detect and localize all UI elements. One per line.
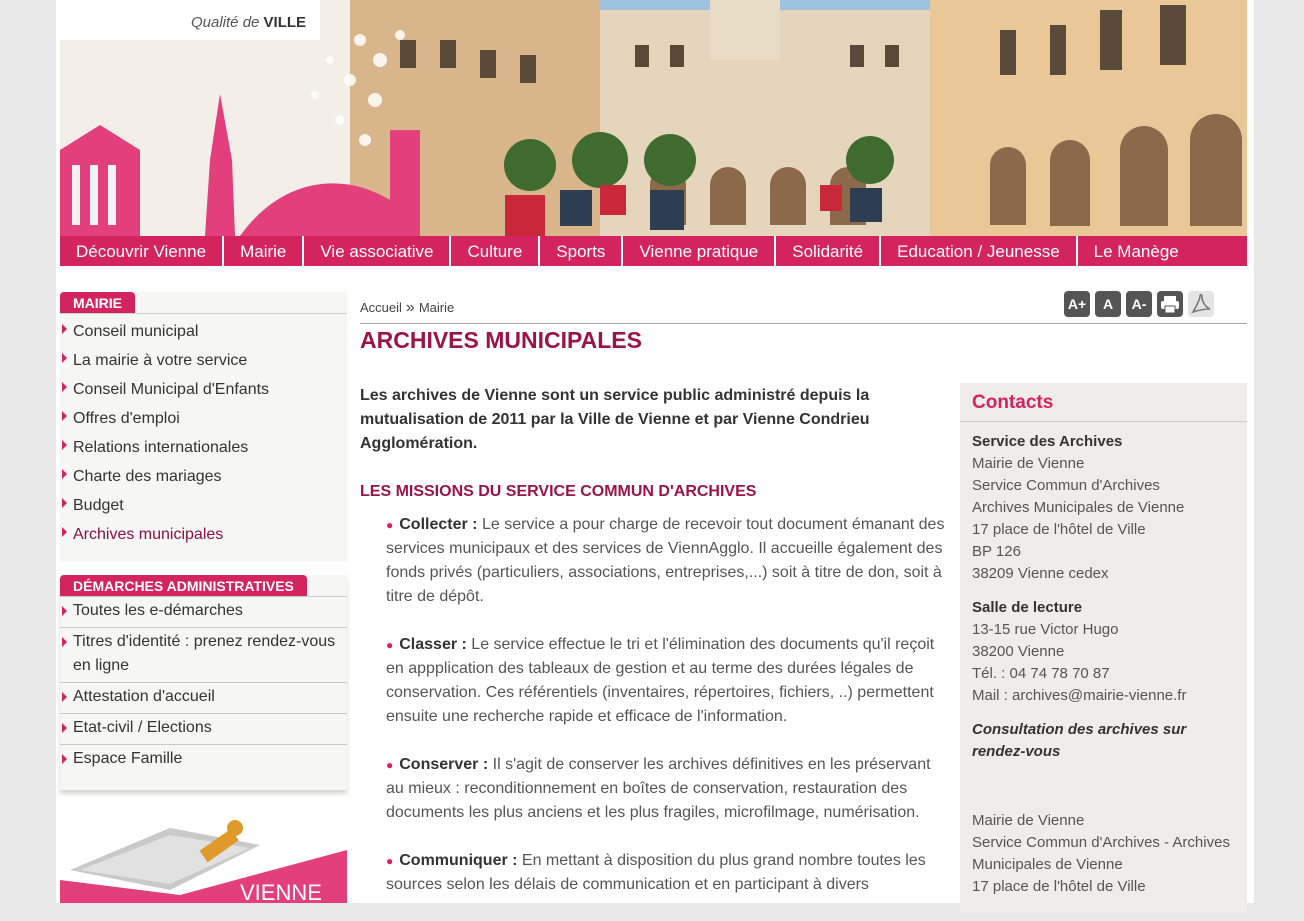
logo-tagline: Qualité de VILLE	[191, 14, 306, 31]
service-line: Archives Municipales de Vienne	[972, 499, 1185, 516]
nav-solidarite[interactable]: Solidarité	[776, 236, 882, 266]
intro-text: Les archives de Vienne sont un service p…	[360, 387, 870, 452]
bullet-icon: ●	[386, 518, 394, 532]
font-increase-button[interactable]: A+	[1064, 291, 1090, 317]
breadcrumb-current[interactable]: Mairie	[419, 300, 454, 315]
nav-decouvrir-vienne[interactable]: Découvrir Vienne	[60, 236, 225, 266]
salle-line: Tél. : 04 74 78 70 87	[972, 665, 1110, 682]
nav-culture[interactable]: Culture	[451, 236, 541, 266]
sidebar-item-conseil-enfants[interactable]: Conseil Municipal d'Enfants	[60, 375, 347, 404]
salle-line: 38200 Vienne	[972, 643, 1065, 660]
footer-line: Service Commun d'Archives - Archives Mun…	[972, 834, 1230, 873]
page: Qualité de VILLE Découvrir Vienne Mairie…	[56, 0, 1254, 913]
sidebar-item-attestation-accueil[interactable]: Attestation d'accueil	[60, 683, 347, 714]
contacts-title: Contacts	[960, 383, 1247, 422]
service-line: 38209 Vienne cedex	[972, 565, 1109, 582]
promo-label: VIENNE	[240, 880, 322, 903]
font-decrease-button[interactable]: A-	[1126, 291, 1152, 317]
service-line: 17 place de l'hôtel de Ville	[972, 521, 1146, 538]
sidebar-demarches-title: DÉMARCHES ADMINISTRATIVES	[60, 575, 307, 596]
service-block: Service des Archives Mairie de Vienne Se…	[972, 431, 1184, 585]
service-line: Mairie de Vienne	[972, 455, 1085, 472]
bullet-icon: ●	[386, 638, 394, 652]
bullet-icon: ●	[386, 854, 394, 868]
footer-line: Mairie de Vienne	[972, 812, 1085, 829]
sidebar-item-relations-internationales[interactable]: Relations internationales	[60, 433, 347, 462]
mission-label: Conserver :	[399, 756, 489, 773]
mission-label: Communiquer :	[399, 852, 518, 869]
breadcrumb-home[interactable]: Accueil	[360, 300, 402, 315]
service-line: Service Commun d'Archives	[972, 477, 1160, 494]
sidebar-mairie-title: MAIRIE	[60, 292, 135, 313]
sidebar-item-e-demarches[interactable]: Toutes les e-démarches	[60, 597, 347, 628]
sidebar-item-espace-famille[interactable]: Espace Famille	[60, 745, 347, 775]
sidebar-demarches: DÉMARCHES ADMINISTRATIVES Toutes les e-d…	[60, 575, 347, 790]
page-title: ARCHIVES MUNICIPALES	[360, 327, 642, 353]
salle-block: Salle de lecture 13-15 rue Victor Hugo 3…	[972, 597, 1186, 707]
sidebar-item-titres-identite[interactable]: Titres d'identité : prenez rendez-vous e…	[60, 628, 347, 683]
nav-vienne-pratique[interactable]: Vienne pratique	[623, 236, 777, 266]
sidebar-item-conseil-municipal[interactable]: Conseil municipal	[60, 317, 347, 346]
sidebar-item-etat-civil[interactable]: Etat-civil / Elections	[60, 714, 347, 745]
breadcrumb: Accueil» Mairie	[360, 299, 454, 317]
sidebar-item-budget[interactable]: Budget	[60, 491, 347, 520]
missions-list: ● Collecter : Le service a pour charge de…	[386, 513, 946, 921]
mission-item: ● Communiquer : En mettant à disposition …	[386, 849, 946, 897]
header-banner: Qualité de VILLE	[60, 0, 1247, 236]
mission-item: ● Classer : Le service effectue le tri et…	[386, 633, 946, 729]
missions-heading: LES MISSIONS DU SERVICE COMMUN D'ARCHIVE…	[360, 483, 757, 500]
sidebar-mairie: MAIRIE Conseil municipal La mairie à vot…	[60, 292, 347, 562]
salle-title: Salle de lecture	[972, 599, 1083, 616]
promo-banner[interactable]: VIENNE	[60, 810, 347, 903]
mission-item: ● Collecter : Le service a pour charge de…	[386, 513, 946, 609]
sidebar-item-offres-emploi[interactable]: Offres d'emploi	[60, 404, 347, 433]
consult-text: Consultation des archives sur rendez-vou…	[972, 721, 1187, 760]
footer-line: 17 place de l'hôtel de Ville	[972, 878, 1146, 895]
pdf-icon[interactable]	[1188, 291, 1214, 317]
mission-item: ● Conserver : Il s'agit de conserver les …	[386, 753, 946, 825]
consult-note: Consultation des archives sur rendez-vou…	[972, 719, 1237, 763]
nav-le-manege[interactable]: Le Manège	[1078, 236, 1247, 266]
footer-address: Mairie de Vienne Service Commun d'Archiv…	[972, 810, 1237, 898]
contacts-panel: Contacts Service des Archives Mairie de …	[960, 383, 1247, 913]
salle-line: 13-15 rue Victor Hugo	[972, 621, 1119, 638]
tagline-bold: VILLE	[263, 14, 307, 31]
mission-label: Classer :	[399, 636, 467, 653]
nav-education-jeunesse[interactable]: Education / Jeunesse	[881, 236, 1078, 266]
service-title: Service des Archives	[972, 433, 1123, 450]
mission-label: Collecter :	[399, 516, 478, 533]
banner-photo	[60, 0, 1247, 236]
title-rule	[360, 323, 1247, 324]
nav-mairie[interactable]: Mairie	[224, 236, 305, 266]
font-normal-button[interactable]: A	[1095, 291, 1121, 317]
sidebar-item-archives-municipales[interactable]: Archives municipales	[60, 520, 347, 549]
print-icon[interactable]	[1157, 291, 1183, 317]
salle-email[interactable]: Mail : archives@mairie-vienne.fr	[972, 687, 1186, 704]
breadcrumb-separator: »	[405, 299, 415, 316]
sidebar-item-mairie-service[interactable]: La mairie à votre service	[60, 346, 347, 375]
mission-text: Le service effectue le tri et l'éliminat…	[386, 636, 935, 725]
nav-vie-associative[interactable]: Vie associative	[304, 236, 452, 266]
bullet-icon: ●	[386, 758, 394, 772]
service-line: BP 126	[972, 543, 1021, 560]
tagline-text: Qualité de	[191, 14, 264, 31]
nav-sports[interactable]: Sports	[540, 236, 624, 266]
page-tools: A+ A A-	[1064, 291, 1214, 317]
main-nav: Découvrir Vienne Mairie Vie associative …	[60, 236, 1247, 266]
sidebar-item-charte-mariages[interactable]: Charte des mariages	[60, 462, 347, 491]
